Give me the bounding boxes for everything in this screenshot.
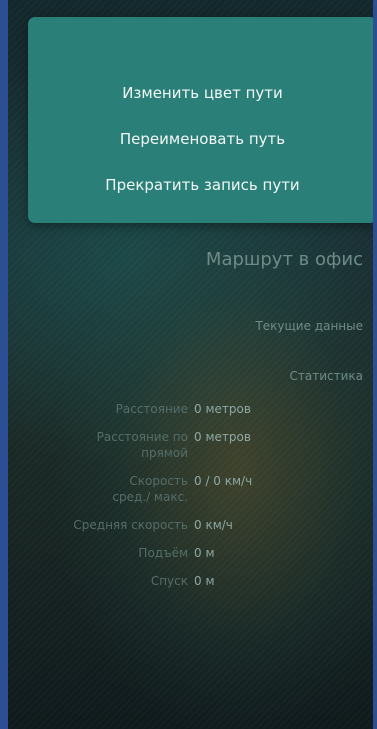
stat-value: 0 метров: [194, 402, 251, 416]
stat-label: Расстояние по прямой: [96, 430, 188, 460]
stat-value: 0 м: [194, 546, 215, 560]
route-details-screen: Изменить цвет пути Переименовать путь Пр…: [0, 0, 377, 729]
stat-label: Спуск: [150, 574, 188, 588]
current-data-heading[interactable]: Текущие данные: [255, 318, 363, 334]
context-menu: Изменить цвет пути Переименовать путь Пр…: [28, 17, 373, 223]
stat-label: Подъём: [138, 546, 188, 560]
statistics-heading[interactable]: Статистика: [290, 368, 364, 384]
stat-row-distance: Расстояние 0 метров: [8, 401, 373, 417]
stat-row-ascent: Подъём 0 м: [8, 545, 373, 561]
route-title: Маршрут в офис: [205, 249, 363, 270]
menu-item-change-route-color[interactable]: Изменить цвет пути: [28, 83, 373, 103]
stat-label: Скорость сред./ макс.: [112, 474, 188, 504]
statistics-list: Расстояние 0 метров Расстояние по прямой…: [8, 401, 373, 601]
stat-row-descent: Спуск 0 м: [8, 573, 373, 589]
stat-label: Расстояние: [115, 402, 188, 416]
stat-label-container: Скорость сред./ макс.: [8, 473, 194, 505]
stat-row-straight-distance: Расстояние по прямой 0 метров: [8, 429, 373, 461]
stat-label-container: Расстояние по прямой: [8, 429, 194, 461]
stat-value: 0 м: [194, 574, 215, 588]
stat-value: 0 / 0 км/ч: [194, 474, 253, 488]
menu-item-rename-route[interactable]: Переименовать путь: [28, 129, 373, 149]
stat-value: 0 км/ч: [194, 518, 233, 532]
menu-item-stop-route-recording[interactable]: Прекратить запись пути: [28, 175, 373, 195]
stat-row-average-speed: Средняя скорость 0 км/ч: [8, 517, 373, 533]
stat-label: Средняя скорость: [73, 518, 188, 532]
stat-row-speed-avg-max: Скорость сред./ макс. 0 / 0 км/ч: [8, 473, 373, 505]
stat-value: 0 метров: [194, 430, 251, 444]
